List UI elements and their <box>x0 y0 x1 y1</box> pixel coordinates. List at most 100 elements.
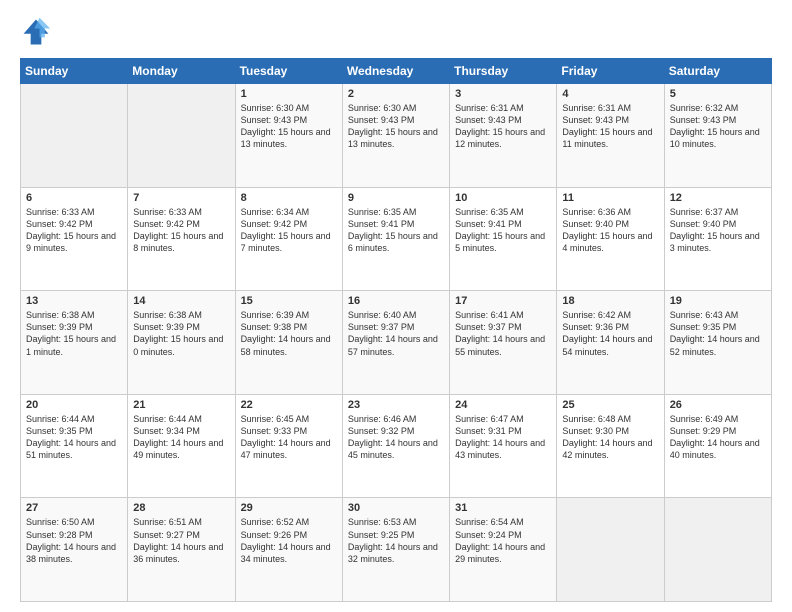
calendar-cell: 16Sunrise: 6:40 AMSunset: 9:37 PMDayligh… <box>342 291 449 395</box>
day-info: Sunrise: 6:46 AMSunset: 9:32 PMDaylight:… <box>348 413 444 462</box>
day-number: 22 <box>241 399 337 411</box>
calendar-week-2: 6 Sunrise: 6:33 AMSunset: 9:42 PMDaylight… <box>21 187 772 291</box>
calendar-week-4: 20Sunrise: 6:44 AMSunset: 9:35 PMDayligh… <box>21 394 772 498</box>
calendar-cell: 4 Sunrise: 6:31 AMSunset: 9:43 PMDaylight… <box>557 84 664 188</box>
day-info: Sunrise: 6:30 AMSunset: 9:43 PMDaylight:… <box>241 102 337 151</box>
header <box>20 16 772 48</box>
day-info: Sunrise: 6:38 AMSunset: 9:39 PMDaylight:… <box>133 309 229 358</box>
day-info: Sunrise: 6:31 AMSunset: 9:43 PMDaylight:… <box>455 102 551 151</box>
day-number: 30 <box>348 502 444 514</box>
day-number: 3 <box>455 88 551 100</box>
day-number: 12 <box>670 192 766 204</box>
day-info: Sunrise: 6:45 AMSunset: 9:33 PMDaylight:… <box>241 413 337 462</box>
day-info: Sunrise: 6:49 AMSunset: 9:29 PMDaylight:… <box>670 413 766 462</box>
weekday-header-wednesday: Wednesday <box>342 59 449 84</box>
day-info: Sunrise: 6:48 AMSunset: 9:30 PMDaylight:… <box>562 413 658 462</box>
calendar-cell: 9Sunrise: 6:35 AMSunset: 9:41 PMDaylight… <box>342 187 449 291</box>
day-number: 19 <box>670 295 766 307</box>
logo-icon <box>20 16 52 48</box>
day-number: 10 <box>455 192 551 204</box>
calendar-cell: 30 Sunrise: 6:53 AMSunset: 9:25 PMDayligh… <box>342 498 449 602</box>
day-number: 23 <box>348 399 444 411</box>
weekday-header-saturday: Saturday <box>664 59 771 84</box>
day-number: 28 <box>133 502 229 514</box>
calendar-cell: 26Sunrise: 6:49 AMSunset: 9:29 PMDayligh… <box>664 394 771 498</box>
day-info: Sunrise: 6:51 AMSunset: 9:27 PMDaylight:… <box>133 516 229 565</box>
day-info: Sunrise: 6:33 AMSunset: 9:42 PMDaylight:… <box>26 206 122 255</box>
calendar-cell: 3 Sunrise: 6:31 AMSunset: 9:43 PMDaylight… <box>450 84 557 188</box>
day-info: Sunrise: 6:32 AMSunset: 9:43 PMDaylight:… <box>670 102 766 151</box>
day-info: Sunrise: 6:47 AMSunset: 9:31 PMDaylight:… <box>455 413 551 462</box>
weekday-header-monday: Monday <box>128 59 235 84</box>
calendar-cell <box>21 84 128 188</box>
day-info: Sunrise: 6:44 AMSunset: 9:35 PMDaylight:… <box>26 413 122 462</box>
calendar-week-3: 13 Sunrise: 6:38 AMSunset: 9:39 PMDayligh… <box>21 291 772 395</box>
day-number: 24 <box>455 399 551 411</box>
calendar-cell: 12Sunrise: 6:37 AMSunset: 9:40 PMDayligh… <box>664 187 771 291</box>
calendar-cell: 31 Sunrise: 6:54 AMSunset: 9:24 PMDayligh… <box>450 498 557 602</box>
day-info: Sunrise: 6:53 AMSunset: 9:25 PMDaylight:… <box>348 516 444 565</box>
weekday-header-friday: Friday <box>557 59 664 84</box>
calendar-week-5: 27 Sunrise: 6:50 AMSunset: 9:28 PMDayligh… <box>21 498 772 602</box>
calendar-cell: 21 Sunrise: 6:44 AMSunset: 9:34 PMDayligh… <box>128 394 235 498</box>
day-number: 21 <box>133 399 229 411</box>
calendar-table: SundayMondayTuesdayWednesdayThursdayFrid… <box>20 58 772 602</box>
weekday-header-sunday: Sunday <box>21 59 128 84</box>
calendar-cell: 17 Sunrise: 6:41 AMSunset: 9:37 PMDayligh… <box>450 291 557 395</box>
day-info: Sunrise: 6:41 AMSunset: 9:37 PMDaylight:… <box>455 309 551 358</box>
calendar-cell: 1 Sunrise: 6:30 AMSunset: 9:43 PMDaylight… <box>235 84 342 188</box>
calendar-cell: 7 Sunrise: 6:33 AMSunset: 9:42 PMDaylight… <box>128 187 235 291</box>
day-number: 31 <box>455 502 551 514</box>
day-info: Sunrise: 6:44 AMSunset: 9:34 PMDaylight:… <box>133 413 229 462</box>
day-info: Sunrise: 6:34 AMSunset: 9:42 PMDaylight:… <box>241 206 337 255</box>
calendar-cell: 28 Sunrise: 6:51 AMSunset: 9:27 PMDayligh… <box>128 498 235 602</box>
calendar-cell <box>664 498 771 602</box>
day-number: 14 <box>133 295 229 307</box>
calendar-cell: 15Sunrise: 6:39 AMSunset: 9:38 PMDayligh… <box>235 291 342 395</box>
day-info: Sunrise: 6:50 AMSunset: 9:28 PMDaylight:… <box>26 516 122 565</box>
calendar-cell: 6 Sunrise: 6:33 AMSunset: 9:42 PMDaylight… <box>21 187 128 291</box>
day-number: 2 <box>348 88 444 100</box>
day-info: Sunrise: 6:38 AMSunset: 9:39 PMDaylight:… <box>26 309 122 358</box>
day-info: Sunrise: 6:31 AMSunset: 9:43 PMDaylight:… <box>562 102 658 151</box>
calendar-cell: 2 Sunrise: 6:30 AMSunset: 9:43 PMDaylight… <box>342 84 449 188</box>
day-info: Sunrise: 6:33 AMSunset: 9:42 PMDaylight:… <box>133 206 229 255</box>
day-number: 5 <box>670 88 766 100</box>
calendar-cell: 10 Sunrise: 6:35 AMSunset: 9:41 PMDayligh… <box>450 187 557 291</box>
day-number: 6 <box>26 192 122 204</box>
calendar-cell: 23 Sunrise: 6:46 AMSunset: 9:32 PMDayligh… <box>342 394 449 498</box>
weekday-header-thursday: Thursday <box>450 59 557 84</box>
day-info: Sunrise: 6:30 AMSunset: 9:43 PMDaylight:… <box>348 102 444 151</box>
calendar-cell: 20Sunrise: 6:44 AMSunset: 9:35 PMDayligh… <box>21 394 128 498</box>
day-number: 13 <box>26 295 122 307</box>
calendar-cell: 29Sunrise: 6:52 AMSunset: 9:26 PMDayligh… <box>235 498 342 602</box>
calendar-cell: 27 Sunrise: 6:50 AMSunset: 9:28 PMDayligh… <box>21 498 128 602</box>
calendar-cell: 14 Sunrise: 6:38 AMSunset: 9:39 PMDayligh… <box>128 291 235 395</box>
calendar-cell <box>557 498 664 602</box>
day-info: Sunrise: 6:36 AMSunset: 9:40 PMDaylight:… <box>562 206 658 255</box>
calendar-cell: 13 Sunrise: 6:38 AMSunset: 9:39 PMDayligh… <box>21 291 128 395</box>
calendar-cell: 25 Sunrise: 6:48 AMSunset: 9:30 PMDayligh… <box>557 394 664 498</box>
day-number: 18 <box>562 295 658 307</box>
day-number: 1 <box>241 88 337 100</box>
day-number: 7 <box>133 192 229 204</box>
day-number: 4 <box>562 88 658 100</box>
logo <box>20 16 56 48</box>
day-info: Sunrise: 6:35 AMSunset: 9:41 PMDaylight:… <box>455 206 551 255</box>
day-number: 25 <box>562 399 658 411</box>
day-number: 8 <box>241 192 337 204</box>
calendar-week-1: 1 Sunrise: 6:30 AMSunset: 9:43 PMDaylight… <box>21 84 772 188</box>
day-info: Sunrise: 6:54 AMSunset: 9:24 PMDaylight:… <box>455 516 551 565</box>
day-info: Sunrise: 6:35 AMSunset: 9:41 PMDaylight:… <box>348 206 444 255</box>
calendar-cell: 11Sunrise: 6:36 AMSunset: 9:40 PMDayligh… <box>557 187 664 291</box>
calendar-cell: 8 Sunrise: 6:34 AMSunset: 9:42 PMDaylight… <box>235 187 342 291</box>
day-number: 16 <box>348 295 444 307</box>
calendar-cell: 22 Sunrise: 6:45 AMSunset: 9:33 PMDayligh… <box>235 394 342 498</box>
calendar-header: SundayMondayTuesdayWednesdayThursdayFrid… <box>21 59 772 84</box>
calendar-cell: 18 Sunrise: 6:42 AMSunset: 9:36 PMDayligh… <box>557 291 664 395</box>
day-number: 17 <box>455 295 551 307</box>
day-info: Sunrise: 6:42 AMSunset: 9:36 PMDaylight:… <box>562 309 658 358</box>
day-number: 27 <box>26 502 122 514</box>
calendar-cell <box>128 84 235 188</box>
calendar-cell: 5 Sunrise: 6:32 AMSunset: 9:43 PMDaylight… <box>664 84 771 188</box>
